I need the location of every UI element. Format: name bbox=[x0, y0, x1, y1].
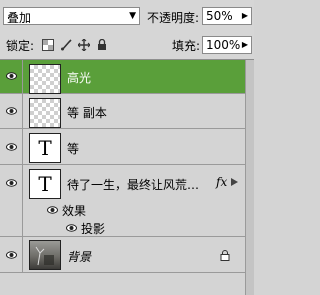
opacity-input[interactable]: 50% ▶ bbox=[202, 7, 252, 25]
opacity-value: 50% bbox=[206, 9, 233, 23]
blend-mode-value: 叠加 bbox=[7, 11, 32, 25]
scrollbar[interactable] bbox=[245, 60, 254, 295]
fill-label: 填充: bbox=[172, 39, 201, 53]
visibility-toggle[interactable] bbox=[0, 60, 23, 93]
eye-icon[interactable] bbox=[6, 251, 17, 259]
layer-name: 高光 bbox=[67, 71, 92, 85]
visibility-toggle[interactable] bbox=[0, 165, 23, 201]
text-layer-thumbnail: T bbox=[29, 133, 61, 163]
eye-icon[interactable] bbox=[6, 143, 17, 151]
lock-position-icon[interactable] bbox=[77, 38, 91, 52]
eye-icon[interactable] bbox=[47, 206, 58, 214]
effect-row-drop-shadow[interactable]: 投影 bbox=[0, 219, 245, 237]
lock-transparent-pixels-icon[interactable] bbox=[41, 38, 55, 52]
expand-arrow-icon[interactable] bbox=[231, 178, 238, 186]
visibility-toggle[interactable] bbox=[0, 237, 23, 272]
chevron-right-icon[interactable]: ▶ bbox=[242, 40, 248, 49]
layer-name: 背景 bbox=[67, 250, 92, 264]
text-layer-thumbnail: T bbox=[29, 169, 61, 199]
layer-name: 等 副本 bbox=[67, 106, 107, 120]
layer-name: 等 bbox=[67, 142, 80, 156]
layer-row[interactable]: T 待了一生，最终让风荒… fx bbox=[0, 165, 245, 201]
eye-icon[interactable] bbox=[6, 179, 17, 187]
layers-toolbar: 叠加 ▼ 不透明度: 50% ▶ 锁定: 填充: 100% ▶ bbox=[0, 0, 254, 59]
layer-thumbnail bbox=[29, 64, 61, 94]
effects-row[interactable]: 效果 bbox=[0, 201, 245, 219]
chevron-right-icon[interactable]: ▶ bbox=[242, 11, 248, 20]
lock-all-icon[interactable] bbox=[95, 38, 109, 52]
layer-row[interactable]: 等 副本 bbox=[0, 94, 245, 129]
effect-label: 投影 bbox=[81, 222, 106, 236]
visibility-toggle[interactable] bbox=[0, 94, 23, 128]
effects-gutter bbox=[0, 219, 23, 236]
lock-icon bbox=[220, 250, 230, 261]
lock-image-pixels-icon[interactable] bbox=[59, 38, 73, 52]
eye-icon[interactable] bbox=[6, 72, 17, 80]
fill-value: 100% bbox=[206, 38, 241, 52]
fx-icon[interactable]: fx bbox=[216, 175, 227, 189]
layer-row-highlight[interactable]: 高光 bbox=[0, 60, 245, 94]
chevron-down-icon: ▼ bbox=[129, 11, 136, 21]
fill-input[interactable]: 100% ▶ bbox=[202, 36, 252, 54]
eye-icon[interactable] bbox=[6, 107, 17, 115]
background-thumbnail bbox=[29, 240, 61, 270]
blend-mode-select[interactable]: 叠加 ▼ bbox=[3, 7, 140, 25]
opacity-label: 不透明度: bbox=[147, 11, 200, 25]
eye-icon[interactable] bbox=[66, 224, 77, 232]
effects-label: 效果 bbox=[62, 204, 87, 218]
effects-gutter bbox=[0, 201, 23, 219]
layer-name: 待了一生，最终让风荒… bbox=[67, 178, 200, 192]
layer-thumbnail bbox=[29, 98, 61, 128]
lock-label: 锁定: bbox=[6, 39, 35, 53]
layer-row[interactable]: T 等 bbox=[0, 129, 245, 165]
layer-row-background[interactable]: 背景 bbox=[0, 237, 245, 273]
visibility-toggle[interactable] bbox=[0, 129, 23, 164]
